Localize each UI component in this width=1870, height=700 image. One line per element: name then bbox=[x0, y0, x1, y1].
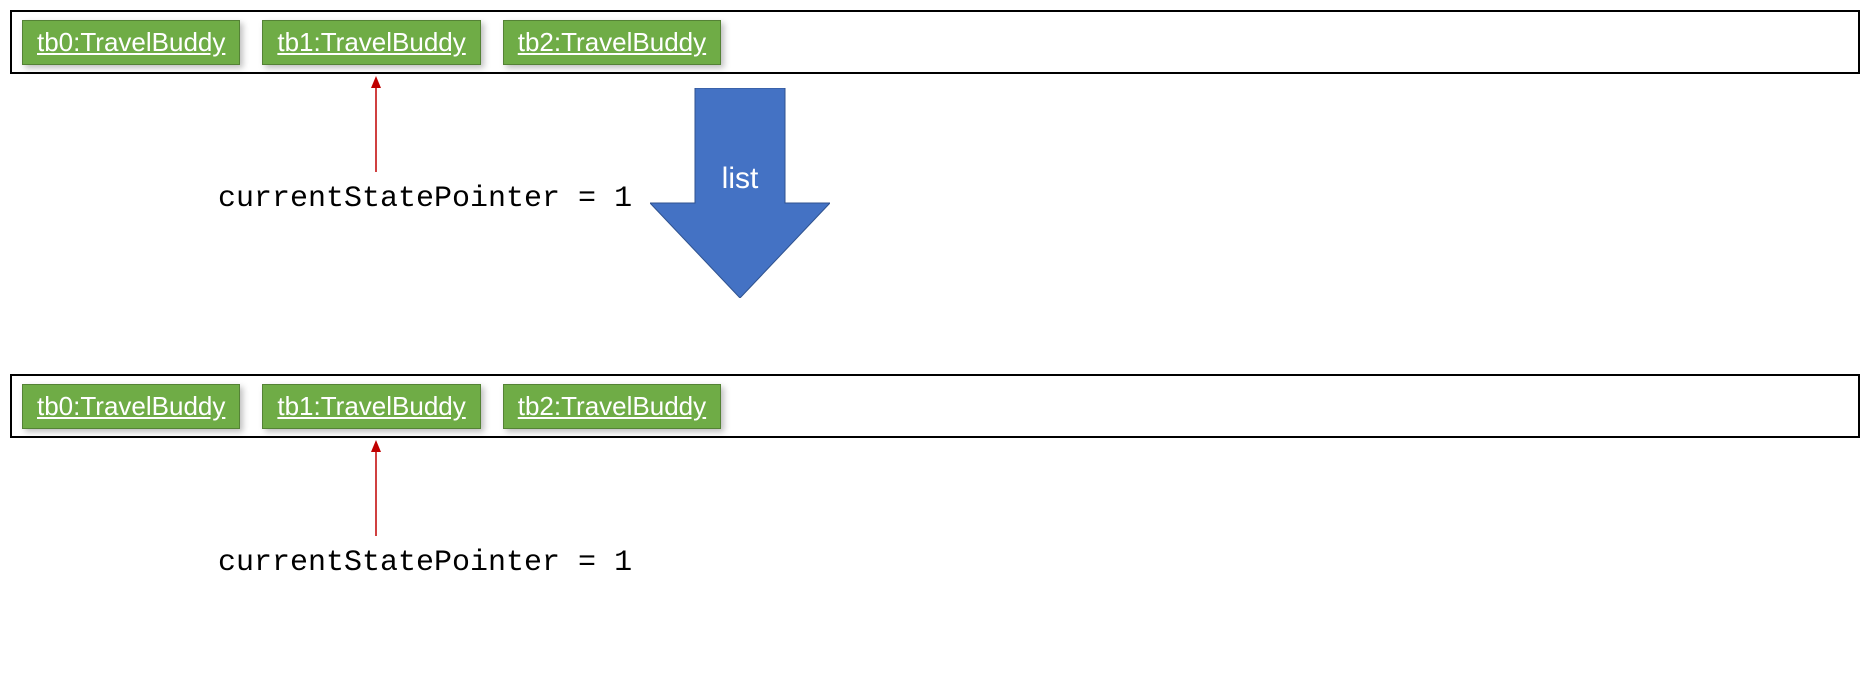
pointer-arrow-icon bbox=[369, 440, 383, 536]
big-arrow-icon: list bbox=[650, 88, 830, 298]
state-container-bottom: tb0:TravelBuddy tb1:TravelBuddy tb2:Trav… bbox=[10, 374, 1860, 438]
object-box: tb0:TravelBuddy bbox=[22, 20, 240, 65]
object-box: tb2:TravelBuddy bbox=[503, 384, 721, 429]
object-box: tb1:TravelBuddy bbox=[262, 20, 480, 65]
pointer-arrow-icon bbox=[369, 76, 383, 172]
pointer-label-bottom: currentStatePointer = 1 bbox=[218, 546, 632, 580]
object-box: tb0:TravelBuddy bbox=[22, 384, 240, 429]
pointer-label-top: currentStatePointer = 1 bbox=[218, 182, 632, 216]
big-arrow-label: list bbox=[722, 162, 759, 195]
object-box: tb2:TravelBuddy bbox=[503, 20, 721, 65]
state-container-top: tb0:TravelBuddy tb1:TravelBuddy tb2:Trav… bbox=[10, 10, 1860, 74]
object-box: tb1:TravelBuddy bbox=[262, 384, 480, 429]
